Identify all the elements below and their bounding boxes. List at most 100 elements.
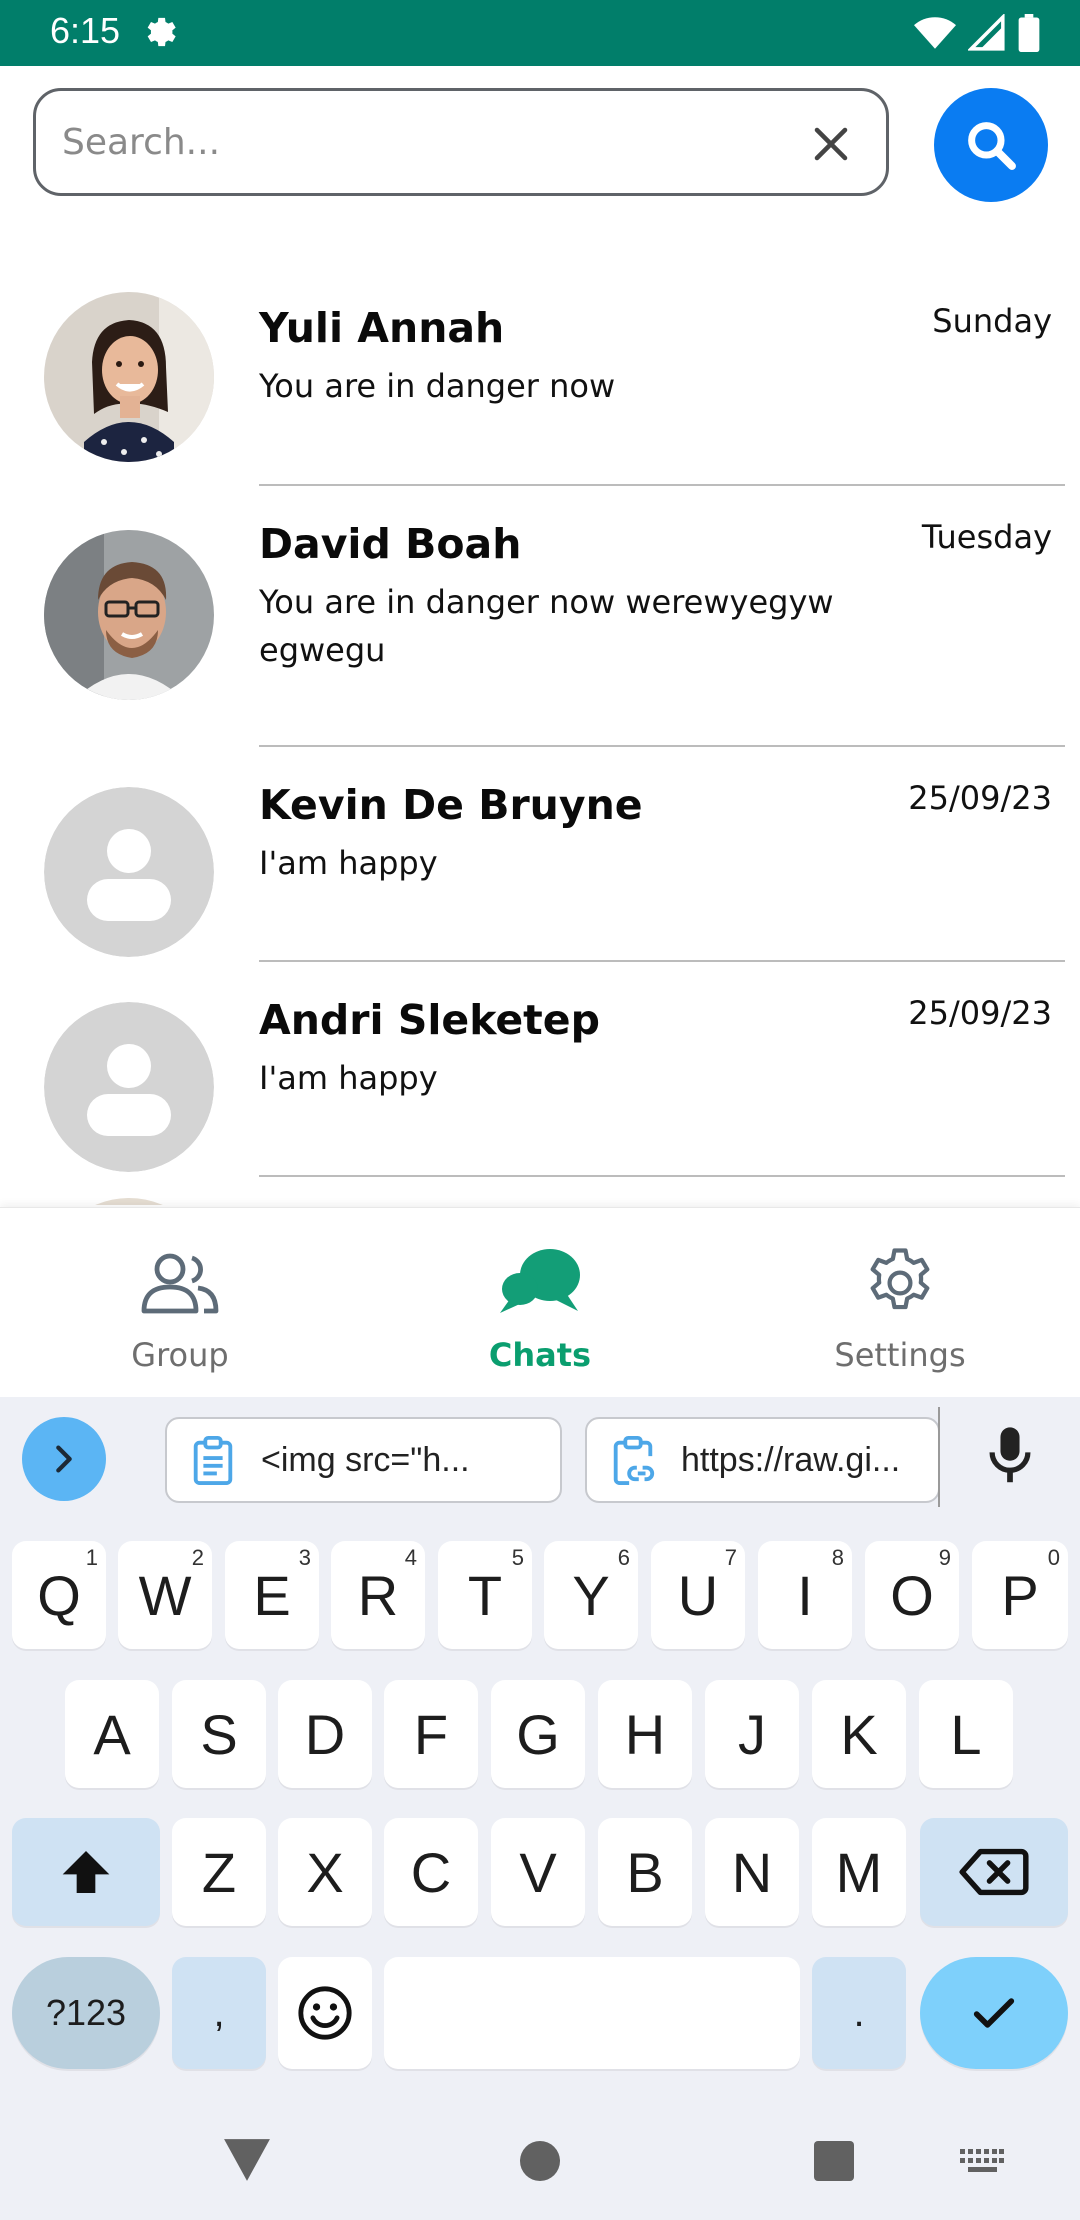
message-time: 25/09/23 bbox=[908, 779, 1052, 817]
key-m[interactable]: M bbox=[812, 1818, 906, 1926]
on-screen-keyboard: <img src="h... https://raw.gi... Q1 W2 E… bbox=[0, 1397, 1080, 2220]
search-button[interactable] bbox=[934, 88, 1048, 202]
avatar bbox=[44, 292, 214, 462]
status-bar: 6:15 bbox=[0, 0, 1080, 66]
key-j[interactable]: J bbox=[705, 1680, 799, 1788]
key-x[interactable]: X bbox=[278, 1818, 372, 1926]
wifi-icon bbox=[914, 17, 956, 49]
key-g[interactable]: G bbox=[491, 1680, 585, 1788]
key-l[interactable]: L bbox=[919, 1680, 1013, 1788]
shift-key[interactable] bbox=[12, 1818, 160, 1926]
close-icon bbox=[814, 127, 848, 161]
chevron-right-icon bbox=[56, 1445, 72, 1473]
nav-tab-chats[interactable]: Chats bbox=[390, 1238, 690, 1388]
key-b[interactable]: B bbox=[598, 1818, 692, 1926]
battery-icon bbox=[1018, 14, 1040, 52]
key-e[interactable]: E3 bbox=[225, 1541, 319, 1649]
backspace-key[interactable] bbox=[920, 1818, 1068, 1926]
voice-input-button[interactable] bbox=[985, 1425, 1035, 1491]
clipboard-suggestion[interactable]: <img src="h... bbox=[165, 1417, 562, 1503]
chat-list: Yuli Annah You are in danger now Sunday … bbox=[0, 270, 1080, 1205]
period-key[interactable]: . bbox=[812, 1957, 906, 2069]
default-person-icon bbox=[44, 787, 214, 957]
last-message: You are in danger now bbox=[259, 367, 616, 405]
avatar bbox=[44, 1198, 214, 1205]
key-v[interactable]: V bbox=[491, 1818, 585, 1926]
key-u[interactable]: U7 bbox=[651, 1541, 745, 1649]
key-w[interactable]: W2 bbox=[118, 1541, 212, 1649]
last-message: I'am happy bbox=[259, 1059, 438, 1097]
emoji-icon bbox=[298, 1986, 352, 2040]
default-person-icon bbox=[44, 1002, 214, 1172]
contact-name: Andri Sleketep bbox=[259, 996, 600, 1044]
gear-icon bbox=[870, 1248, 930, 1310]
avatar bbox=[44, 530, 214, 700]
key-t[interactable]: T5 bbox=[438, 1541, 532, 1649]
clipboard-suggestion[interactable]: https://raw.gi... bbox=[585, 1417, 940, 1503]
symbols-mode-key[interactable]: ?123 bbox=[12, 1957, 160, 2069]
message-time: Tuesday bbox=[921, 518, 1052, 556]
last-message: I'am happy bbox=[259, 844, 438, 882]
enter-key[interactable] bbox=[920, 1957, 1068, 2069]
message-time: Sunday bbox=[932, 302, 1052, 340]
clipboard-text: https://raw.gi... bbox=[681, 1440, 901, 1479]
shift-icon bbox=[62, 1851, 110, 1893]
clipboard-icon bbox=[193, 1435, 233, 1485]
bottom-navigation: Group Chats Settings bbox=[0, 1207, 1080, 1397]
microphone-icon bbox=[989, 1427, 1031, 1483]
system-icons bbox=[914, 14, 1040, 52]
contact-name: Kevin De Bruyne bbox=[259, 781, 643, 829]
nav-label: Chats bbox=[488, 1336, 592, 1374]
key-c[interactable]: C bbox=[384, 1818, 478, 1926]
group-icon bbox=[141, 1253, 219, 1314]
emoji-key[interactable] bbox=[278, 1957, 372, 2069]
key-n[interactable]: N bbox=[705, 1818, 799, 1926]
comma-key[interactable]: , bbox=[172, 1957, 266, 2069]
checkmark-icon bbox=[973, 1998, 1015, 2028]
contact-name: Yuli Annah bbox=[259, 304, 505, 352]
key-f[interactable]: F bbox=[384, 1680, 478, 1788]
nav-label: Settings bbox=[834, 1336, 966, 1374]
space-key[interactable] bbox=[384, 1957, 800, 2069]
key-z[interactable]: Z bbox=[172, 1818, 266, 1926]
home-icon[interactable] bbox=[520, 2141, 560, 2181]
keyboard-expand-button[interactable] bbox=[22, 1417, 106, 1501]
toolbar-divider bbox=[938, 1407, 940, 1507]
recents-icon[interactable] bbox=[814, 2141, 854, 2181]
clear-search-button[interactable] bbox=[806, 119, 856, 169]
system-navigation-bar bbox=[0, 2115, 1080, 2220]
status-time: 6:15 bbox=[50, 10, 121, 51]
nav-label: Group bbox=[131, 1336, 229, 1374]
key-s[interactable]: S bbox=[172, 1680, 266, 1788]
key-a[interactable]: A bbox=[65, 1680, 159, 1788]
default-avatar bbox=[44, 787, 214, 957]
key-p[interactable]: P0 bbox=[972, 1541, 1068, 1649]
nav-tab-group[interactable]: Group bbox=[30, 1238, 330, 1388]
search-input[interactable] bbox=[62, 109, 782, 175]
key-i[interactable]: I8 bbox=[758, 1541, 852, 1649]
search-field[interactable] bbox=[33, 88, 889, 196]
chat-list-item[interactable]: Andri Sleketep I'am happy 25/09/23 bbox=[0, 962, 1080, 1175]
back-icon[interactable] bbox=[222, 2137, 272, 2183]
clipboard-link-icon bbox=[613, 1435, 655, 1485]
chat-list-item[interactable]: Kevin De Bruyne I'am happy 25/09/23 bbox=[0, 747, 1080, 960]
backspace-icon bbox=[959, 1848, 1029, 1896]
message-time: 25/09/23 bbox=[908, 994, 1052, 1032]
divider bbox=[259, 1175, 1065, 1177]
chat-list-item[interactable]: Yuli Annah You are in danger now Sunday bbox=[0, 270, 1080, 485]
contact-name: David Boah bbox=[259, 520, 522, 568]
key-y[interactable]: Y6 bbox=[544, 1541, 638, 1649]
key-r[interactable]: R4 bbox=[331, 1541, 425, 1649]
search-icon bbox=[968, 122, 1016, 170]
nav-tab-settings[interactable]: Settings bbox=[750, 1238, 1050, 1388]
chat-list-item[interactable]: David Boah You are in danger now werewye… bbox=[0, 486, 1080, 746]
clipboard-text: <img src="h... bbox=[261, 1440, 470, 1479]
key-q[interactable]: Q1 bbox=[12, 1541, 106, 1649]
key-k[interactable]: K bbox=[812, 1680, 906, 1788]
key-o[interactable]: O9 bbox=[865, 1541, 959, 1649]
signal-icon bbox=[968, 14, 1005, 51]
key-d[interactable]: D bbox=[278, 1680, 372, 1788]
key-h[interactable]: H bbox=[598, 1680, 692, 1788]
keyboard-switch-icon[interactable] bbox=[960, 2149, 1004, 2177]
settings-gear-icon bbox=[140, 12, 180, 56]
